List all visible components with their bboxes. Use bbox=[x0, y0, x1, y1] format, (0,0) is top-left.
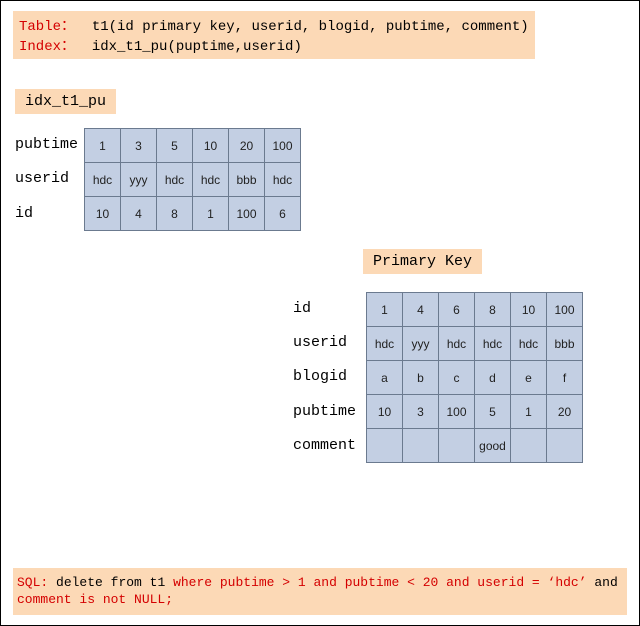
cell: hdc bbox=[439, 327, 475, 361]
index-table-wrap: pubtime userid id 1 3 5 10 20 100 hdc yy… bbox=[15, 128, 627, 231]
table-row: 1 3 5 10 20 100 bbox=[85, 129, 301, 163]
cell: b bbox=[403, 361, 439, 395]
cell: 20 bbox=[229, 129, 265, 163]
pk-row-labels: id userid blogid pubtime comment bbox=[293, 292, 366, 463]
cell: 8 bbox=[157, 197, 193, 231]
cell: a bbox=[367, 361, 403, 395]
cell: 20 bbox=[547, 395, 583, 429]
cell: d bbox=[475, 361, 511, 395]
primary-key-section: Primary Key id userid blogid pubtime com… bbox=[293, 249, 627, 463]
table-row: 10 4 8 1 100 6 bbox=[85, 197, 301, 231]
index-section: idx_t1_pu pubtime userid id 1 3 5 10 20 … bbox=[15, 89, 627, 231]
cell: 6 bbox=[265, 197, 301, 231]
pk-row-label: blogid bbox=[293, 360, 360, 394]
pk-row-label: pubtime bbox=[293, 395, 360, 429]
index-table: 1 3 5 10 20 100 hdc yyy hdc hdc bbb hdc … bbox=[84, 128, 301, 231]
sql-tail: comment is not NULL; bbox=[17, 592, 173, 607]
cell: 1 bbox=[85, 129, 121, 163]
cell: 4 bbox=[403, 293, 439, 327]
index-row-labels: pubtime userid id bbox=[15, 128, 84, 231]
cell: 10 bbox=[511, 293, 547, 327]
cell: hdc bbox=[85, 163, 121, 197]
cell: hdc bbox=[157, 163, 193, 197]
cell: 10 bbox=[85, 197, 121, 231]
index-row-label: id bbox=[15, 197, 78, 231]
cell: good bbox=[475, 429, 511, 463]
pk-table: 1 4 6 8 10 100 hdc yyy hdc hdc hdc bbb a bbox=[366, 292, 583, 463]
cell: hdc bbox=[367, 327, 403, 361]
sql-where: where pubtime > 1 and pubtime < 20 and u… bbox=[173, 575, 586, 590]
sql-and: and bbox=[594, 575, 617, 590]
cell: hdc bbox=[475, 327, 511, 361]
table-row: a b c d e f bbox=[367, 361, 583, 395]
cell: bbb bbox=[229, 163, 265, 197]
cell: 3 bbox=[121, 129, 157, 163]
cell: 10 bbox=[367, 395, 403, 429]
table-row: 10 3 100 5 1 20 bbox=[367, 395, 583, 429]
cell: 10 bbox=[193, 129, 229, 163]
cell: 3 bbox=[403, 395, 439, 429]
table-def: t1(id primary key, userid, blogid, pubti… bbox=[92, 19, 529, 35]
cell bbox=[403, 429, 439, 463]
pk-row-label: userid bbox=[293, 326, 360, 360]
cell bbox=[511, 429, 547, 463]
cell: bbb bbox=[547, 327, 583, 361]
cell: yyy bbox=[403, 327, 439, 361]
pk-row-label: id bbox=[293, 292, 360, 326]
pk-table-wrap: id userid blogid pubtime comment 1 4 6 8… bbox=[293, 292, 627, 463]
table-label: Table： bbox=[19, 19, 75, 35]
cell: 100 bbox=[439, 395, 475, 429]
cell: 100 bbox=[265, 129, 301, 163]
sql-block: SQL: delete from t1 where pubtime > 1 an… bbox=[13, 568, 627, 615]
cell: 8 bbox=[475, 293, 511, 327]
cell: 5 bbox=[475, 395, 511, 429]
index-row-label: userid bbox=[15, 162, 78, 196]
cell: 5 bbox=[157, 129, 193, 163]
cell: hdc bbox=[193, 163, 229, 197]
page: Table： t1(id primary key, userid, blogid… bbox=[0, 0, 640, 626]
primary-key-title: Primary Key bbox=[363, 249, 482, 274]
pk-row-label: comment bbox=[293, 429, 360, 463]
cell: yyy bbox=[121, 163, 157, 197]
cell: e bbox=[511, 361, 547, 395]
cell: hdc bbox=[265, 163, 301, 197]
cell: f bbox=[547, 361, 583, 395]
cell: 4 bbox=[121, 197, 157, 231]
index-title: idx_t1_pu bbox=[15, 89, 116, 114]
cell: 100 bbox=[229, 197, 265, 231]
cell: 1 bbox=[193, 197, 229, 231]
cell: 100 bbox=[547, 293, 583, 327]
index-label: Index： bbox=[19, 39, 75, 55]
cell bbox=[439, 429, 475, 463]
table-row: good bbox=[367, 429, 583, 463]
table-row: hdc yyy hdc hdc bbb hdc bbox=[85, 163, 301, 197]
sql-label: SQL: bbox=[17, 575, 48, 590]
table-row: 1 4 6 8 10 100 bbox=[367, 293, 583, 327]
cell: 1 bbox=[511, 395, 547, 429]
cell: 1 bbox=[367, 293, 403, 327]
index-def: idx_t1_pu(puptime,userid) bbox=[92, 39, 302, 55]
cell bbox=[547, 429, 583, 463]
cell: c bbox=[439, 361, 475, 395]
table-row: hdc yyy hdc hdc hdc bbb bbox=[367, 327, 583, 361]
cell bbox=[367, 429, 403, 463]
cell: 6 bbox=[439, 293, 475, 327]
schema-block: Table： t1(id primary key, userid, blogid… bbox=[13, 11, 535, 59]
index-row-label: pubtime bbox=[15, 128, 78, 162]
sql-text: delete from t1 bbox=[56, 575, 165, 590]
cell: hdc bbox=[511, 327, 547, 361]
